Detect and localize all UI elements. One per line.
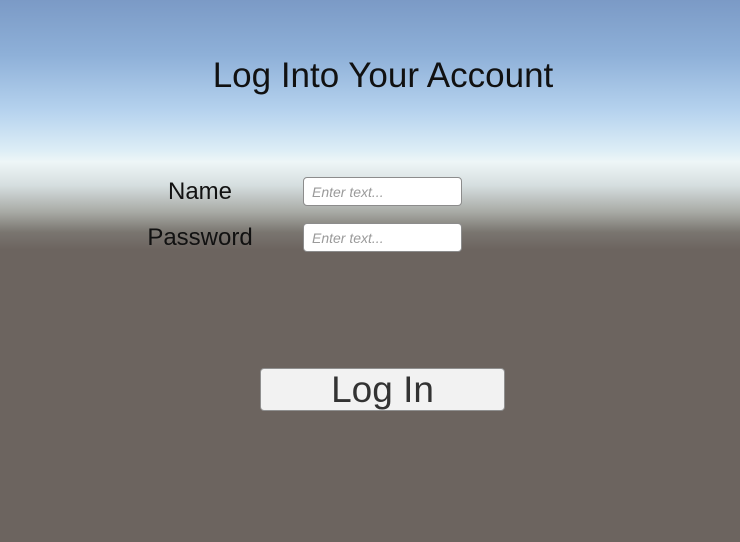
page-title: Log Into Your Account — [212, 56, 554, 95]
login-scene: Log Into Your Account Name Password Log … — [0, 0, 740, 542]
login-button[interactable]: Log In — [260, 368, 505, 411]
name-input[interactable] — [303, 177, 462, 206]
password-label: Password — [147, 224, 253, 251]
name-label: Name — [167, 178, 233, 205]
password-input[interactable] — [303, 223, 462, 252]
